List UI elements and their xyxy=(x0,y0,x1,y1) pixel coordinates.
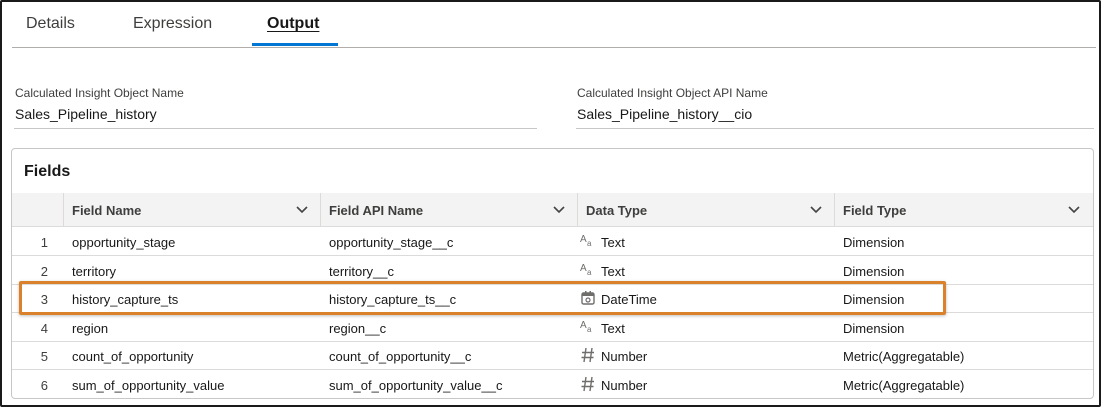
api-name-field: Calculated Insight Object API Name Sales… xyxy=(576,84,1094,129)
table-row[interactable]: 5 count_of_opportunity count_of_opportunit… xyxy=(12,341,1093,370)
data-type-cell: Number xyxy=(601,349,648,364)
row-number: 5 xyxy=(40,349,48,364)
object-name-field: Calculated Insight Object Name Sales_Pip… xyxy=(14,84,537,129)
column-header-field-type[interactable]: Field Type xyxy=(834,193,1093,227)
data-type-cell: Text xyxy=(601,320,625,336)
field-name-cell: sum_of_opportunity_value xyxy=(72,377,225,393)
field-api-name-cell: region__c xyxy=(329,320,387,336)
svg-text:A: A xyxy=(580,263,587,274)
chevron-down-icon[interactable] xyxy=(809,202,823,216)
field-name-cell: opportunity_stage xyxy=(72,235,176,250)
svg-text:a: a xyxy=(587,268,592,277)
svg-text:a: a xyxy=(587,325,592,334)
data-type-cell: Text xyxy=(601,235,625,250)
chevron-down-icon[interactable] xyxy=(552,202,566,216)
object-name-value: Sales_Pipeline_history xyxy=(15,106,157,122)
data-type-cell: DateTime xyxy=(601,292,657,307)
field-type-cell: Dimension xyxy=(843,320,905,336)
fields-card: Fields Field Name Field API Name Data Ty… xyxy=(11,148,1094,399)
row-number: 2 xyxy=(40,263,48,279)
field-name-cell: count_of_opportunity xyxy=(72,349,194,364)
field-api-name-cell: opportunity_stage__c xyxy=(329,235,454,250)
object-name-label: Calculated Insight Object Name xyxy=(15,86,184,100)
field-api-name-cell: count_of_opportunity__c xyxy=(329,349,472,364)
field-api-name-cell: territory__c xyxy=(329,263,395,279)
column-header-label: Field API Name xyxy=(329,203,424,218)
row-number: 4 xyxy=(40,320,48,336)
chevron-down-icon[interactable] xyxy=(295,202,309,216)
active-tab-indicator xyxy=(252,43,338,46)
api-name-label: Calculated Insight Object API Name xyxy=(577,86,768,100)
column-header-data-type[interactable]: Data Type xyxy=(577,193,835,227)
column-header-label: Field Name xyxy=(72,203,142,218)
table-row[interactable]: 3 history_capture_ts history_capture_ts__c… xyxy=(12,284,1093,313)
field-type-cell: Dimension xyxy=(843,263,905,279)
field-name-cell: territory xyxy=(72,263,117,279)
field-name-cell: history_capture_ts xyxy=(72,292,179,307)
row-number: 3 xyxy=(40,292,48,307)
column-header-field-name[interactable]: Field Name xyxy=(63,193,321,227)
row-number: 1 xyxy=(40,235,48,250)
table-row[interactable]: 1 opportunity_stage opportunity_stage__c Aa… xyxy=(12,227,1093,256)
fields-title: Fields xyxy=(24,163,71,180)
number-icon xyxy=(580,376,596,392)
table-row[interactable]: 4 region region__c Aa Text Dimension xyxy=(12,313,1093,342)
tab-details[interactable]: Details xyxy=(26,15,75,33)
field-api-name-cell: sum_of_opportunity_value__c xyxy=(329,377,503,393)
text-type-icon: Aa xyxy=(580,233,596,249)
row-number: 6 xyxy=(40,377,48,393)
field-type-cell: Dimension xyxy=(843,292,905,307)
field-name-cell: region xyxy=(72,320,109,336)
table-row[interactable]: 2 territory territory__c Aa Text Dimension xyxy=(12,256,1093,285)
svg-text:A: A xyxy=(580,234,587,245)
field-type-cell: Dimension xyxy=(843,235,905,250)
text-type-icon: Aa xyxy=(580,319,596,335)
output-panel: Details Expression Output Calculated Ins… xyxy=(0,0,1101,407)
column-header-label: Data Type xyxy=(586,203,648,218)
fields-table-header: Field Name Field API Name Data Type Fiel… xyxy=(12,193,1093,227)
field-type-cell: Metric(Aggregatable) xyxy=(843,377,965,393)
chevron-down-icon[interactable] xyxy=(1067,202,1081,216)
table-row[interactable]: 6 sum_of_opportunity_value sum_of_opportun… xyxy=(12,370,1093,398)
svg-text:a: a xyxy=(587,239,592,248)
data-type-cell: Text xyxy=(601,263,625,279)
calendar-icon xyxy=(580,290,596,306)
number-icon xyxy=(580,347,596,363)
field-type-cell: Metric(Aggregatable) xyxy=(843,349,965,364)
column-header-label: Field Type xyxy=(843,203,907,218)
text-type-icon: Aa xyxy=(580,262,596,278)
tab-expression[interactable]: Expression xyxy=(133,15,212,33)
field-api-name-cell: history_capture_ts__c xyxy=(329,292,457,307)
api-name-value: Sales_Pipeline_history__cio xyxy=(577,106,753,122)
data-type-cell: Number xyxy=(601,377,648,393)
column-header-field-api-name[interactable]: Field API Name xyxy=(320,193,578,227)
svg-text:A: A xyxy=(580,320,587,331)
tab-bar: Details Expression Output xyxy=(12,2,1096,48)
tab-output[interactable]: Output xyxy=(267,15,319,33)
